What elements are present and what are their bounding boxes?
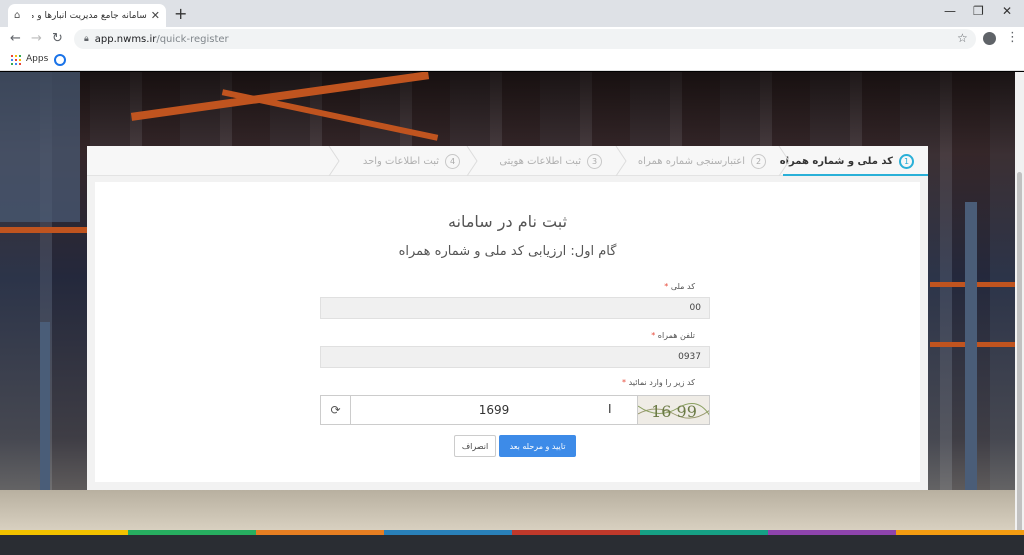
step-label: کد ملی و شماره همراه [779,155,893,167]
lock-icon: 🔒︎ [84,34,89,44]
apps-grid-icon[interactable] [11,55,21,65]
account-icon[interactable] [983,32,996,45]
window-close-icon[interactable]: ✕ [1002,4,1012,18]
captcha-input[interactable]: 1699 I [351,395,638,425]
mobile-field[interactable]: 0937 [320,346,710,368]
captcha-refresh-icon[interactable]: ⟳ [320,395,351,425]
restore-icon[interactable]: ❐ [973,4,984,18]
step-label: ثبت اطلاعات هویتی [499,155,581,167]
browser-tab[interactable]: ⌂ سامانه جامع مدیریت انبارها و مراکز ✕ [8,4,166,27]
step-separator-icon [614,146,628,176]
site-favicon-icon: ⌂ [14,9,21,21]
step-label: اعتبارسنجی شماره همراه [637,155,745,167]
step-separator-icon [777,146,791,176]
new-tab-icon[interactable]: + [174,5,187,23]
browser-titlebar: ⌂ سامانه جامع مدیریت انبارها و مراکز ✕ +… [0,0,1024,27]
national-code-label-text: کد ملی [670,282,695,291]
footer-bar [0,535,1024,555]
background-floor [0,490,1015,530]
url-host: app.nwms.ir [94,33,157,45]
step-number: 2 [751,153,766,169]
captcha-label-text: کد زیر را وارد نمائید [628,378,695,387]
captcha-image: 16 99 [638,395,710,425]
browser-toolbar: ← → ↻ 🔒︎ app.nwms.ir /quick-register ☆ ⋮ [0,27,1024,51]
background-beam [221,89,439,141]
back-icon[interactable]: ← [10,30,21,48]
captcha-image-text: 16 99 [651,402,697,421]
register-form: ثبت نام در سامانه گام اول: ارزیابی کد مل… [95,182,920,482]
mobile-label-text: تلفن همراه [657,331,695,340]
tab-close-icon[interactable]: ✕ [151,9,160,22]
minimize-icon[interactable]: — [944,4,956,18]
required-mark: * [664,282,669,291]
tab-title: سامانه جامع مدیریت انبارها و مراکز [32,10,147,21]
bookmarks-bar: Apps [0,51,1024,71]
captcha-label: کد زیر را وارد نمائید * [622,378,695,387]
active-step-indicator [783,174,928,176]
wizard-step-1[interactable]: 1 کد ملی و شماره همراه [780,146,914,176]
step-label: ثبت اطلاعات واحد [362,155,439,167]
address-bar[interactable]: 🔒︎ app.nwms.ir /quick-register [74,29,976,49]
mobile-label: تلفن همراه * [651,331,695,340]
step-separator-icon [465,146,479,176]
required-mark: * [622,378,627,387]
reload-icon[interactable]: ↻ [52,30,63,48]
background-rack [40,322,50,492]
forward-icon[interactable]: → [31,30,42,48]
page-subtitle: گام اول: ارزیابی کد ملی و شماره همراه [398,244,617,259]
step-number: 4 [445,153,460,169]
page-scrollbar[interactable] [1015,72,1024,555]
background-beam [130,72,430,121]
wizard-step-3[interactable]: 3 ثبت اطلاعات هویتی [499,146,602,176]
national-code-label: کد ملی * [664,282,695,291]
register-wizard-card: 1 کد ملی و شماره همراه 2 اعتبارسنجی شمار… [87,146,928,490]
background-beam [0,227,90,233]
bookmark-site-icon[interactable] [54,54,66,66]
step-number: 3 [587,153,602,169]
cancel-button[interactable]: انصراف [454,435,496,457]
apps-bookmark[interactable]: Apps [26,54,48,64]
wizard-steps: 1 کد ملی و شماره همراه 2 اعتبارسنجی شمار… [87,146,928,176]
page-title: ثبت نام در سامانه [447,212,568,231]
required-mark: * [651,331,656,340]
background-rack [965,202,977,502]
step-number: 1 [899,153,914,169]
national-code-field[interactable]: 00 [320,297,710,319]
captcha-row: ⟳ 1699 I 16 99 [320,395,710,425]
background-rack [0,72,80,222]
wizard-step-4[interactable]: 4 ثبت اطلاعات واحد [363,146,460,176]
text-cursor-icon: I [608,402,612,416]
wizard-step-2[interactable]: 2 اعتبارسنجی شماره همراه [638,146,766,176]
bookmark-star-icon[interactable]: ☆ [957,31,968,45]
submit-next-button[interactable]: تایید و مرحله بعد [499,435,576,457]
browser-menu-icon[interactable]: ⋮ [1006,30,1019,45]
scrollbar-thumb[interactable] [1017,172,1022,555]
step-separator-icon [327,146,341,176]
captcha-input-value: 1699 [478,403,510,417]
url-path: /quick-register [156,33,229,45]
